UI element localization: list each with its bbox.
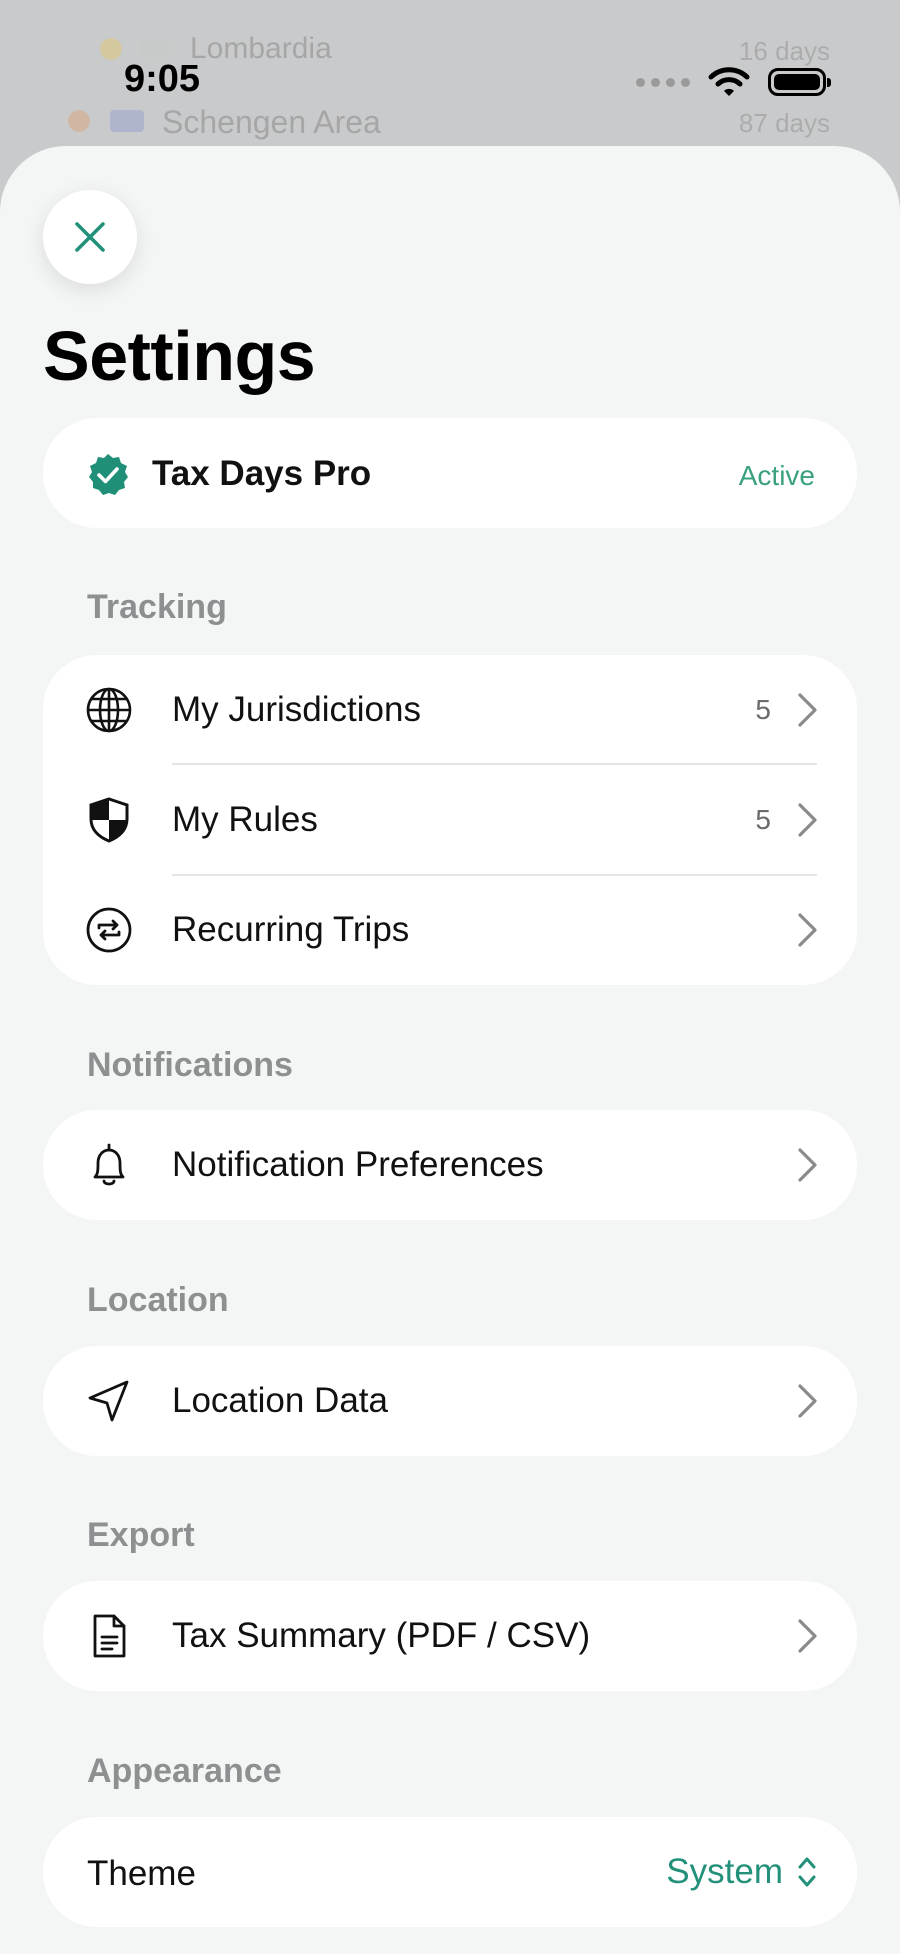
theme-picker[interactable]: System	[666, 1852, 783, 1892]
row-count: 5	[755, 694, 771, 725]
background-row-value: 87 days	[738, 108, 830, 138]
chevron-right-icon	[798, 803, 817, 837]
row-label: Recurring Trips	[172, 910, 410, 949]
globe-icon	[86, 687, 132, 733]
flag-icon	[140, 38, 174, 60]
flag-icon	[110, 110, 144, 132]
settings-row-jurisdictions[interactable]: My Jurisdictions 5	[43, 655, 857, 765]
section-title-notifications: Notifications	[87, 1046, 293, 1084]
settings-row-rules[interactable]: My Rules 5	[43, 765, 857, 875]
row-label: Notification Preferences	[172, 1145, 544, 1184]
status-time: 9:05	[124, 58, 201, 100]
row-label: My Jurisdictions	[172, 690, 421, 729]
export-card: Tax Summary (PDF / CSV)	[43, 1581, 857, 1691]
subscription-card[interactable]: Tax Days Pro Active	[43, 418, 857, 528]
appearance-card: Theme System	[43, 1817, 857, 1927]
subscription-name: Tax Days Pro	[152, 454, 372, 493]
chevron-right-icon	[798, 1148, 817, 1182]
status-indicators	[636, 62, 831, 102]
background-row-label: Schengen Area	[162, 104, 381, 140]
chevron-right-icon	[798, 913, 817, 947]
settings-row-notification-preferences[interactable]: Notification Preferences	[43, 1110, 857, 1220]
cellular-signal-icon	[636, 77, 690, 87]
section-title-location: Location	[87, 1281, 229, 1319]
document-icon	[93, 1614, 126, 1658]
row-count: 5	[755, 804, 771, 835]
notifications-card: Notification Preferences	[43, 1110, 857, 1220]
shield-icon	[89, 797, 129, 843]
row-label: My Rules	[172, 800, 318, 839]
chevron-right-icon	[798, 693, 817, 727]
status-dot	[100, 38, 122, 60]
row-label: Location Data	[172, 1381, 388, 1420]
section-title-export: Export	[87, 1516, 195, 1554]
up-down-chevron-icon[interactable]	[795, 1854, 819, 1890]
verified-badge-icon	[89, 454, 128, 495]
chevron-right-icon	[798, 1619, 817, 1653]
close-button[interactable]	[43, 190, 137, 284]
settings-row-tax-summary[interactable]: Tax Summary (PDF / CSV)	[43, 1581, 857, 1691]
subscription-status: Active	[738, 460, 815, 491]
location-arrow-icon	[88, 1380, 129, 1422]
chevron-right-icon	[798, 1384, 817, 1418]
section-title-appearance: Appearance	[87, 1752, 282, 1790]
page-title: Settings	[43, 317, 316, 395]
background-row-label: Lombardia	[190, 32, 332, 65]
theme-label: Theme	[87, 1854, 196, 1893]
row-label: Tax Summary (PDF / CSV)	[172, 1616, 591, 1655]
status-dot	[68, 110, 90, 132]
settings-row-location-data[interactable]: Location Data	[43, 1346, 857, 1456]
settings-sheet: Settings Tax Days Pro Active Tracking My…	[0, 146, 900, 1954]
wifi-icon	[708, 67, 750, 96]
section-title-tracking: Tracking	[87, 588, 227, 626]
battery-icon	[768, 68, 831, 96]
close-icon	[75, 222, 105, 252]
location-card: Location Data	[43, 1346, 857, 1456]
bell-icon	[93, 1143, 125, 1186]
tracking-card: My Jurisdictions 5 My Rules 5 Recurring …	[43, 655, 857, 985]
settings-row-recurring-trips[interactable]: Recurring Trips	[43, 875, 857, 985]
repeat-icon	[86, 907, 132, 953]
